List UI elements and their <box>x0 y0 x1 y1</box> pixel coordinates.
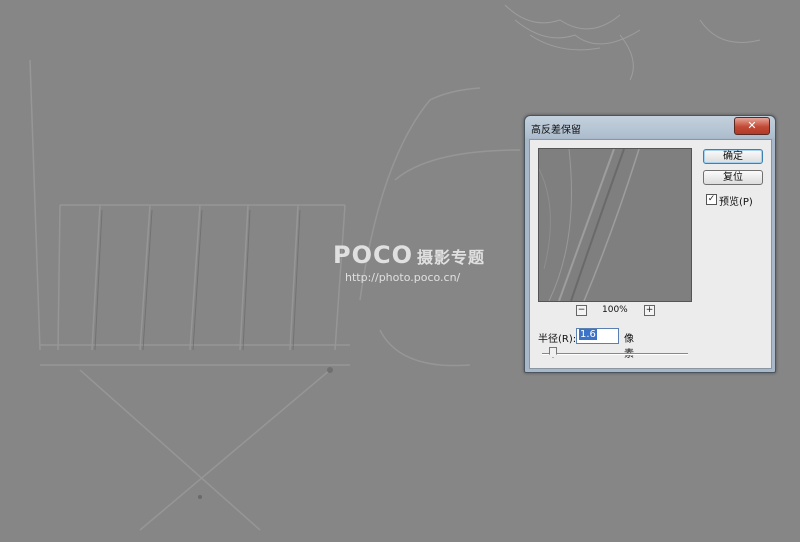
radius-unit: 像素 <box>624 334 634 360</box>
watermark-logo-text: POCO <box>333 241 414 269</box>
close-button[interactable]: ✕ <box>734 117 770 135</box>
radius-label: 半径(R): <box>538 334 577 345</box>
watermark-logo-cn: 摄影专题 <box>417 248 486 267</box>
preview-checkbox[interactable]: ✓ <box>706 194 717 205</box>
checkmark-icon: ✓ <box>707 194 716 204</box>
radius-slider-thumb[interactable] <box>549 347 557 358</box>
close-icon: ✕ <box>747 119 757 132</box>
dialog-titlebar[interactable]: 高反差保留 ✕ <box>525 116 775 138</box>
plus-icon: + <box>645 305 654 315</box>
high-pass-dialog: 高反差保留 ✕ − 100% + 半径(R): 1.6 像 确定 复位 ✓ 预览… <box>524 115 776 373</box>
preview-label[interactable]: 预览(P) <box>719 193 753 208</box>
zoom-out-button[interactable]: − <box>576 305 587 316</box>
minus-icon: − <box>577 305 586 315</box>
radius-input[interactable]: 1.6 <box>576 328 619 344</box>
dialog-body: − 100% + 半径(R): 1.6 像素 确定 复位 ✓ 预览(P) <box>529 139 772 369</box>
reset-button[interactable]: 复位 <box>703 170 763 185</box>
zoom-in-button[interactable]: + <box>644 305 655 316</box>
preview-image <box>539 149 691 301</box>
watermark-logo: POCO 摄影专题 <box>333 242 485 271</box>
radius-slider[interactable] <box>542 353 688 355</box>
watermark-url: http://photo.poco.cn/ <box>345 271 461 284</box>
zoom-controls: − 100% + <box>538 305 692 319</box>
zoom-level: 100% <box>602 305 628 315</box>
radius-value: 1.6 <box>579 329 597 340</box>
preview-pane[interactable] <box>538 148 692 302</box>
watermark: POCO 摄影专题 http://photo.poco.cn/ <box>333 242 485 285</box>
ok-button[interactable]: 确定 <box>703 149 763 164</box>
dialog-title: 高反差保留 <box>531 125 581 136</box>
